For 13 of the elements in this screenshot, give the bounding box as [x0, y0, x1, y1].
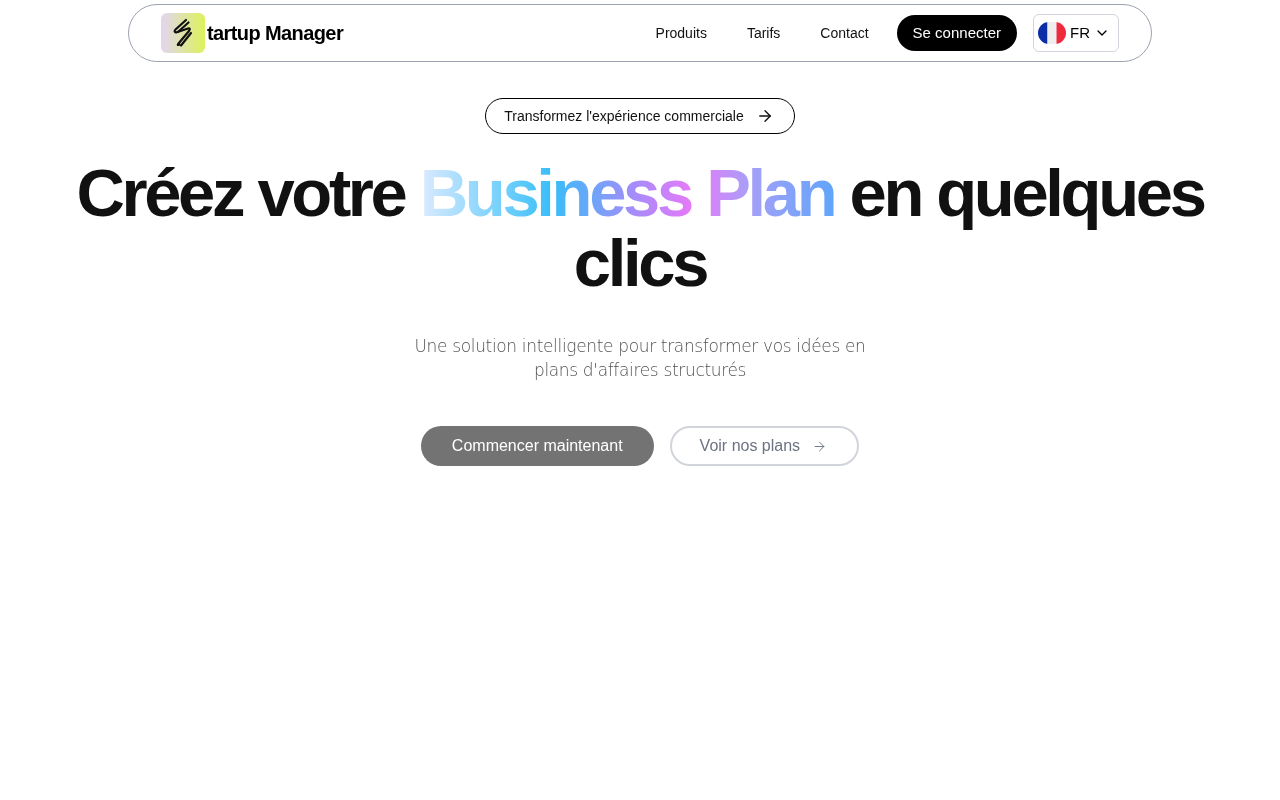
nav-link[interactable]: Contact [800, 22, 889, 44]
flag-icon [1038, 22, 1066, 44]
language-selector[interactable]: FR [1033, 14, 1119, 52]
logo-text: tartup Manager [207, 21, 344, 46]
hero-subtitle: Une solution intelligente pour transformer vos idées en plans d'affaires structurés [413, 335, 867, 382]
start-button[interactable]: Commencer maintenant [420, 426, 654, 466]
nav-link[interactable]: Produits [635, 22, 727, 44]
login-button[interactable]: Se connecter [896, 15, 1017, 51]
nav-link[interactable]: Tarifs [726, 22, 801, 44]
hero-heading: Créez votre Business Plan en quelques clics [75, 158, 1206, 298]
arrow-right-icon [812, 438, 828, 454]
plans-button[interactable]: Voir nos plans [669, 426, 860, 466]
squiggle-logo-icon [161, 13, 205, 53]
